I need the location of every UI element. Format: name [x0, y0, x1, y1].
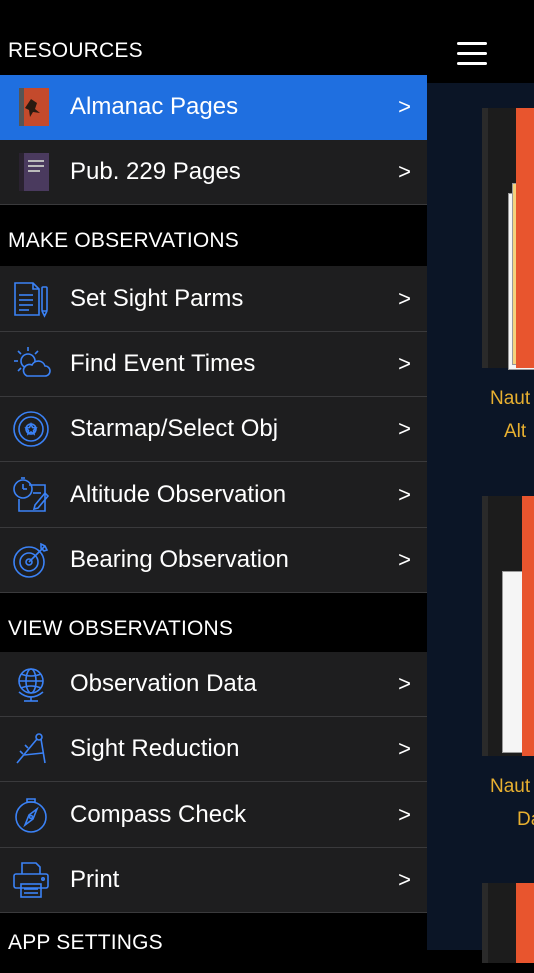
menu-item-observation-data[interactable]: Observation Data >: [0, 652, 427, 717]
section-title: MAKE OBSERVATIONS: [8, 229, 239, 252]
menu-item-label: Print: [70, 866, 120, 893]
menu-item-pub229-pages[interactable]: Pub. 229 Pages >: [0, 140, 427, 205]
menu-item-starmap-select-obj[interactable]: Starmap/Select Obj >: [0, 397, 427, 462]
globe-icon: [11, 664, 51, 704]
chevron-right-icon: >: [398, 94, 411, 119]
book-cover-2[interactable]: [482, 496, 534, 756]
book-caption-2b: Da: [517, 809, 534, 830]
chevron-right-icon: >: [398, 547, 411, 572]
book-caption-1a: Naut: [490, 388, 531, 409]
menu-item-label: Almanac Pages: [70, 93, 239, 120]
book-cover-1[interactable]: [482, 108, 534, 370]
document-pen-icon: [11, 279, 51, 319]
menu-item-label: Compass Check: [70, 800, 247, 828]
chevron-right-icon: >: [398, 736, 411, 761]
chevron-right-icon: >: [398, 481, 411, 507]
menu-item-label: Sight Reduction: [70, 735, 240, 762]
book-cover-3[interactable]: [482, 883, 534, 963]
menu-item-label: Altitude Observation: [70, 480, 287, 508]
menu-item-label: Find Event Times: [70, 350, 256, 377]
menu-item-label: Starmap/Select Obj: [70, 415, 279, 442]
section-title: APP SETTINGS: [8, 931, 163, 954]
section-header-app-settings: APP SETTINGS: [0, 913, 427, 973]
section-header-make-observations: MAKE OBSERVATIONS: [0, 205, 427, 265]
chevron-right-icon: >: [398, 159, 411, 184]
menu-item-label: Observation Data: [70, 670, 257, 697]
menu-item-bearing-observation[interactable]: Bearing Observation >: [0, 528, 427, 593]
chevron-right-icon: >: [398, 351, 411, 376]
menu-item-label: Set Sight Parms: [70, 284, 244, 312]
section-title: RESOURCES: [8, 39, 143, 62]
compass-icon: [11, 795, 51, 835]
menu-item-almanac-pages[interactable]: Almanac Pages >: [0, 75, 427, 140]
chevron-right-icon: >: [398, 867, 411, 892]
menu-item-set-sight-parms[interactable]: Set Sight Parms >: [0, 266, 427, 332]
chevron-right-icon: >: [398, 801, 411, 827]
menu-item-altitude-observation[interactable]: Altitude Observation >: [0, 462, 427, 528]
menu-item-label: Pub. 229 Pages: [70, 158, 241, 185]
hamburger-menu-icon[interactable]: [457, 42, 487, 66]
pub229-book-icon: [14, 152, 49, 192]
menu-item-sight-reduction[interactable]: Sight Reduction >: [0, 717, 427, 782]
book-caption-1b: Alt: [504, 421, 527, 442]
content-top-bar: [427, 0, 534, 83]
compass-divider-icon: [11, 729, 51, 769]
menu-item-compass-check[interactable]: Compass Check >: [0, 782, 427, 848]
chevron-right-icon: >: [398, 285, 411, 311]
almanac-book-icon: [14, 87, 49, 127]
sun-cloud-icon: [11, 344, 51, 384]
book-caption-2a: Naut: [490, 776, 531, 797]
side-menu: RESOURCES Almanac Pages > Pub. 229 Pages…: [0, 0, 427, 973]
content-body: Naut Alt Naut Da: [427, 83, 534, 963]
printer-icon: [11, 860, 51, 900]
stopwatch-notepad-icon: [11, 475, 51, 515]
section-header-view-observations: VIEW OBSERVATIONS: [0, 593, 427, 653]
menu-item-label: Bearing Observation: [70, 546, 289, 573]
chevron-right-icon: >: [398, 671, 411, 696]
starmap-icon: [11, 409, 51, 449]
content-panel: Naut Alt Naut Da: [427, 0, 534, 963]
chevron-right-icon: >: [398, 416, 411, 441]
target-arrow-icon: [11, 540, 51, 580]
menu-item-find-event-times[interactable]: Find Event Times >: [0, 332, 427, 397]
section-title: VIEW OBSERVATIONS: [8, 617, 234, 640]
menu-item-print[interactable]: Print >: [0, 848, 427, 913]
section-header-resources: RESOURCES: [0, 0, 427, 75]
